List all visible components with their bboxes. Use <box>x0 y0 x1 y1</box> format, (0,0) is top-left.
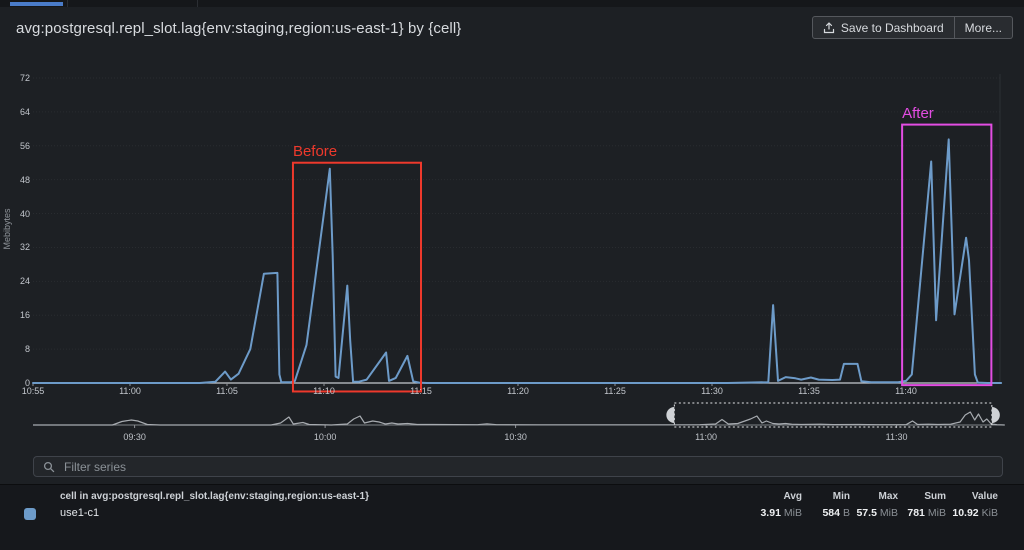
annotation-label-after: After <box>902 105 934 122</box>
y-tick-label: 8 <box>0 344 30 354</box>
legend: cell in avg:postgresql.repl_slot.lag{env… <box>0 484 1024 550</box>
selection-handle-left[interactable] <box>666 407 674 423</box>
y-tick-label: 32 <box>0 242 30 252</box>
y-tick-label: 16 <box>0 310 30 320</box>
stat-avg: 3.91MiB <box>754 507 802 519</box>
y-tick-label: 56 <box>0 141 30 151</box>
legend-column-avg: Avg <box>754 491 802 502</box>
series-line-use1-c1[interactable] <box>33 139 1001 383</box>
series-stat-values: 3.91MiB584B57.5MiB781MiB10.92KiB <box>754 507 998 519</box>
x-tick-label: 11:35 <box>798 386 820 396</box>
legend-column-sum: Sum <box>898 491 946 502</box>
annotation-box-before <box>293 163 421 392</box>
minimap-tick-label: 10:30 <box>504 432 527 442</box>
y-axis-title: Mebibytes <box>2 194 12 264</box>
selection-handle-right[interactable] <box>992 407 1000 423</box>
x-tick-label: 11:20 <box>507 386 529 396</box>
series-name[interactable]: use1-c1 <box>60 507 99 519</box>
y-tick-label: 40 <box>0 209 30 219</box>
legend-column-headers: AvgMinMaxSumValue <box>754 491 998 502</box>
y-tick-label: 24 <box>0 276 30 286</box>
legend-group-header: cell in avg:postgresql.repl_slot.lag{env… <box>60 491 369 502</box>
y-tick-label: 72 <box>0 73 30 83</box>
stat-max: 57.5MiB <box>850 507 898 519</box>
x-tick-label: 10:55 <box>22 386 45 396</box>
filter-series-input[interactable] <box>62 459 1002 475</box>
x-tick-label: 11:30 <box>701 386 723 396</box>
minimap-tick-label: 11:30 <box>886 432 908 442</box>
minimap-tick-label: 10:00 <box>314 432 337 442</box>
stat-min: 584B <box>802 507 850 519</box>
stat-sum: 781MiB <box>898 507 946 519</box>
stat-value: 10.92KiB <box>946 507 998 519</box>
filter-series-box[interactable] <box>33 456 1003 477</box>
series-swatch-use1-c1[interactable] <box>24 508 36 520</box>
x-tick-label: 11:00 <box>119 386 141 396</box>
minimap-tick-label: 09:30 <box>123 432 146 442</box>
x-tick-label: 11:40 <box>895 386 917 396</box>
minimap-selection[interactable] <box>674 403 992 427</box>
x-tick-label: 11:25 <box>604 386 626 396</box>
legend-column-max: Max <box>850 491 898 502</box>
annotation-label-before: Before <box>293 143 337 160</box>
minimap-tick-label: 11:00 <box>695 432 717 442</box>
x-tick-label: 11:05 <box>216 386 238 396</box>
y-tick-label: 48 <box>0 175 30 185</box>
search-icon <box>43 461 55 473</box>
x-tick-label: 11:10 <box>313 386 335 396</box>
x-tick-label: 11:15 <box>410 386 432 396</box>
y-tick-label: 64 <box>0 107 30 117</box>
legend-column-min: Min <box>802 491 850 502</box>
minimap-series-line <box>33 412 1005 425</box>
graph-view: avg:postgresql.repl_slot.lag{env:staging… <box>0 0 1024 550</box>
legend-column-value: Value <box>946 491 998 502</box>
